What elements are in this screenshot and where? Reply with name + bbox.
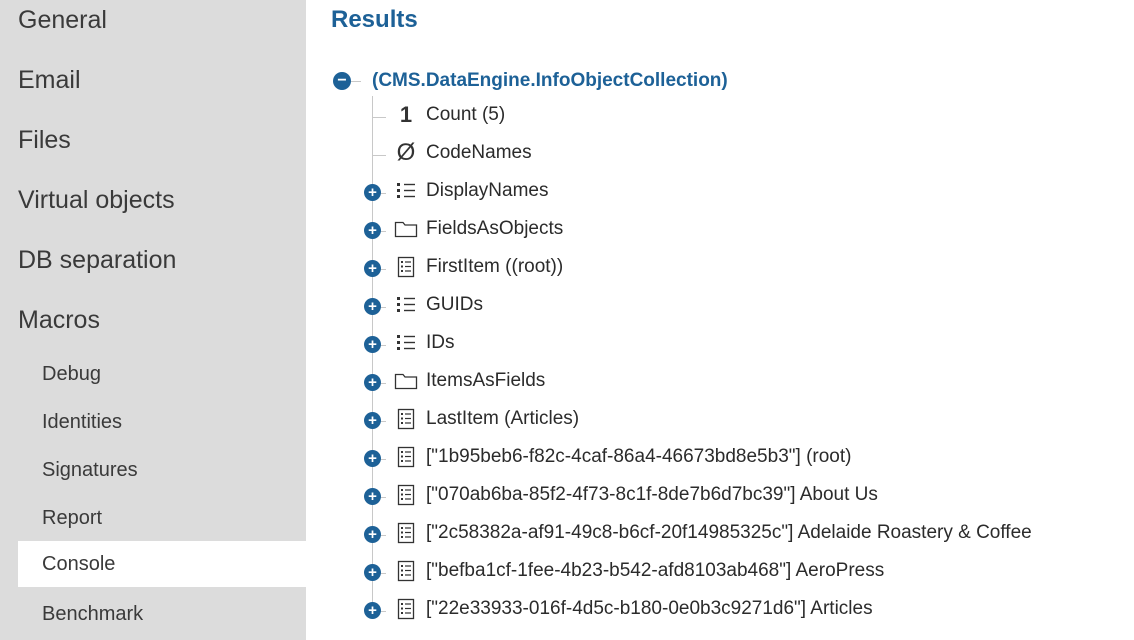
tree-row-label[interactable]: ["2c58382a-af91-49c8-b6cf-20f14985325c"]… [426,522,1032,544]
expand-toggle-icon[interactable]: + [364,260,381,277]
expand-toggle-icon[interactable]: + [364,412,381,429]
collapse-toggle-icon[interactable]: − [333,72,351,90]
sidebar-item-general[interactable]: General [18,0,107,40]
document-icon [392,254,420,280]
list-icon [392,330,420,356]
null-icon: Ø [396,139,416,166]
folder-icon [392,216,420,242]
sidebar-item-db-separation[interactable]: DB separation [18,240,176,280]
expand-toggle-icon[interactable]: + [364,564,381,581]
list-icon [392,292,420,318]
tree-row: + ItemsAsFields [364,362,1132,400]
sidebar-subitem-console[interactable]: Console [18,541,306,587]
document-icon [392,406,420,432]
tree-row: + IDs [364,324,1132,362]
tree-row-label[interactable]: GUIDs [426,294,483,316]
tree-row-label[interactable]: LastItem (Articles) [426,408,579,430]
folder-icon [392,368,420,394]
tree-row: + FirstItem ((root)) [364,248,1132,286]
expand-toggle-icon[interactable]: + [364,450,381,467]
tree-root-label: (CMS.DataEngine.InfoObjectCollection) [372,70,728,91]
expand-toggle-icon[interactable]: + [364,374,381,391]
tree-row: + FieldsAsObjects [364,210,1132,248]
tree-row-label[interactable]: ["1b95beb6-f82c-4caf-86a4-46673bd8e5b3"]… [426,446,851,468]
sidebar-item-macros[interactable]: Macros [18,300,100,340]
tree-row: Ø CodeNames [372,134,1132,172]
expand-toggle-icon[interactable]: + [364,222,381,239]
document-icon [392,520,420,546]
sidebar-subitem-signatures[interactable]: Signatures [18,447,306,493]
sidebar-subitem-report[interactable]: Report [18,495,306,541]
tree-row-label[interactable]: ItemsAsFields [426,370,545,392]
expand-toggle-icon[interactable]: + [364,184,381,201]
sidebar-subitem-benchmark[interactable]: Benchmark [18,591,306,637]
tree-row-label[interactable]: IDs [426,332,455,354]
tree-row: + ["befba1cf-1fee-4b23-b542-afd8103ab468… [364,552,1132,590]
expand-toggle-icon[interactable]: + [364,526,381,543]
document-icon [392,596,420,622]
tree-row: + ["1b95beb6-f82c-4caf-86a4-46673bd8e5b3… [364,438,1132,476]
expand-toggle-icon[interactable]: + [364,298,381,315]
main-content: Results − (CMS.DataEngine.InfoObjectColl… [306,0,1134,640]
sidebar-item-email[interactable]: Email [18,60,81,100]
tree-row: + DisplayNames [364,172,1132,210]
tree-row-label[interactable]: ["befba1cf-1fee-4b23-b542-afd8103ab468"]… [426,560,884,582]
document-icon [392,482,420,508]
document-icon [392,444,420,470]
tree-row: 1 Count (5) [372,96,1132,134]
tree-row-label[interactable]: FirstItem ((root)) [426,256,563,278]
tree-row-label[interactable]: FieldsAsObjects [426,218,563,240]
document-icon [392,558,420,584]
tree-row-label[interactable]: CodeNames [426,142,532,164]
tree-row-label[interactable]: DisplayNames [426,180,548,202]
tree-row-label[interactable]: ["070ab6ba-85f2-4f73-8c1f-8de7b6d7bc39"]… [426,484,878,506]
list-icon [392,178,420,204]
sidebar-item-virtual-objects[interactable]: Virtual objects [18,180,175,220]
sidebar-subitem-identities[interactable]: Identities [18,399,306,445]
expand-toggle-icon[interactable]: + [364,336,381,353]
tree-row: + LastItem (Articles) [364,400,1132,438]
expand-toggle-icon[interactable]: + [364,602,381,619]
tree-row-label[interactable]: Count (5) [426,104,505,126]
sidebar-subitem-debug[interactable]: Debug [18,351,306,397]
expand-toggle-icon[interactable]: + [364,488,381,505]
number-one-icon: 1 [399,102,413,127]
tree-row: + ["22e33933-016f-4d5c-b180-0e0b3c9271d6… [364,590,1132,628]
tree-row: + GUIDs [364,286,1132,324]
tree-connector [351,81,361,82]
tree-row-label[interactable]: ["22e33933-016f-4d5c-b180-0e0b3c9271d6"]… [426,598,873,620]
page-title: Results [331,6,418,33]
tree-row: + ["2c58382a-af91-49c8-b6cf-20f14985325c… [364,514,1132,552]
sidebar-item-files[interactable]: Files [18,120,71,160]
tree-row: + ["070ab6ba-85f2-4f73-8c1f-8de7b6d7bc39… [364,476,1132,514]
sidebar: General Email Files Virtual objects DB s… [0,0,306,640]
